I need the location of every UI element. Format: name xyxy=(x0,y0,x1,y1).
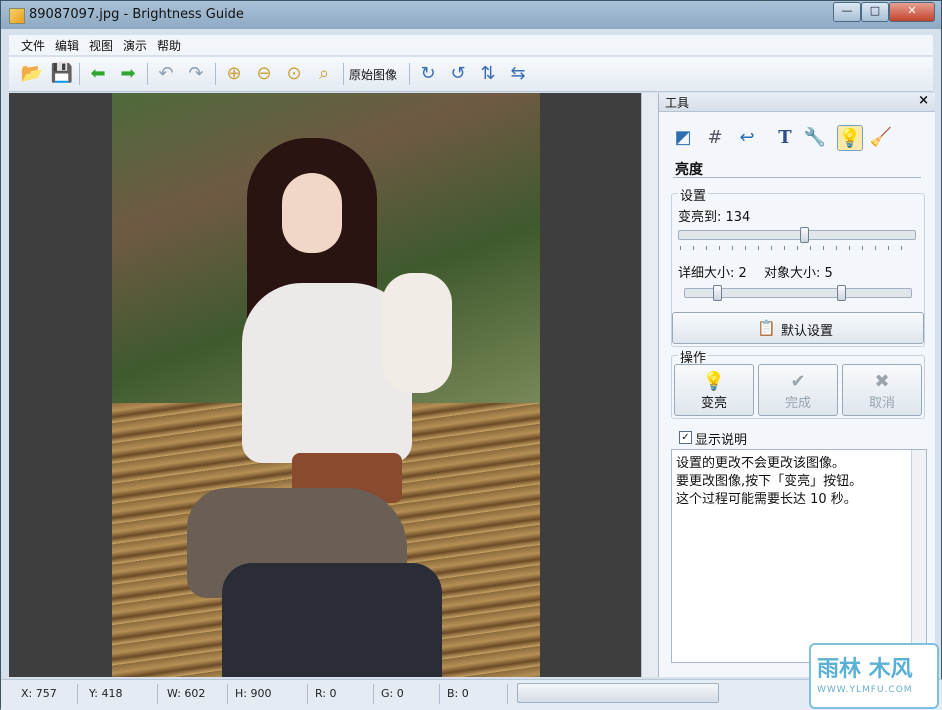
check-icon: ✔ xyxy=(790,371,806,392)
app-icon xyxy=(9,8,25,24)
note-line: 设置的更改不会更改该图像。 xyxy=(676,456,846,471)
size-range-slider[interactable] xyxy=(684,285,912,301)
object-size-label: 对象大小: 5 xyxy=(764,266,833,281)
brighten-button[interactable]: 💡 变亮 xyxy=(674,364,754,416)
open-folder-icon[interactable]: 📂 xyxy=(21,63,43,85)
brighten-button-label: 变亮 xyxy=(700,396,727,411)
cancel-button-label: 取消 xyxy=(868,396,895,411)
menu-help[interactable]: 帮助 xyxy=(157,37,181,54)
toolbar-separator xyxy=(343,63,344,85)
title-bar[interactable]: 89087097.jpg - Brightness Guide — □ ✕ xyxy=(1,1,941,29)
minimize-button[interactable]: — xyxy=(833,2,861,22)
status-x: X: 757 xyxy=(21,687,57,700)
zoom-scrollbar[interactable] xyxy=(517,683,719,703)
detail-size-label: 详细大小: 2 xyxy=(678,266,747,281)
brighten-slider-thumb[interactable] xyxy=(800,227,809,243)
menu-view[interactable]: 视图 xyxy=(89,37,113,54)
forward-arrow-icon[interactable]: ➡ xyxy=(117,63,139,85)
status-red: R: 0 xyxy=(315,687,337,700)
rotate-left-icon[interactable]: ↺ xyxy=(447,63,469,85)
toolbar-separator xyxy=(215,63,216,85)
watermark-url: WWW.YLMFU.COM xyxy=(817,685,913,695)
detail-size-thumb[interactable] xyxy=(713,285,722,301)
status-height: H: 900 xyxy=(235,687,272,700)
canvas-vertical-scrollbar[interactable] xyxy=(641,93,658,677)
tools-panel: 工具 × ◩ # ↩ T 🔧 💡 🧹 亮度 设置 变亮到: 134 详细大小: … xyxy=(658,93,935,677)
toolbar-separator xyxy=(147,63,148,85)
cancel-button[interactable]: ✖ 取消 xyxy=(842,364,922,416)
object-size-thumb[interactable] xyxy=(837,285,846,301)
status-blue: B: 0 xyxy=(447,687,469,700)
status-y: Y: 418 xyxy=(89,687,123,700)
section-divider xyxy=(673,177,921,178)
menu-bar: 文件 编辑 视图 演示 帮助 xyxy=(9,35,933,55)
default-settings-label: 默认设置 xyxy=(781,324,834,339)
rotate-right-icon[interactable]: ↻ xyxy=(417,63,439,85)
flip-horizontal-icon[interactable]: ⇆ xyxy=(507,63,529,85)
redo-icon[interactable]: ↷ xyxy=(185,63,207,85)
zoom-actual-icon[interactable]: ⌕ xyxy=(313,63,335,85)
maximize-button[interactable]: □ xyxy=(861,2,889,22)
original-image-button[interactable]: 原始图像 xyxy=(349,66,397,83)
brighten-slider-ticks xyxy=(680,246,914,250)
settings-legend: 设置 xyxy=(678,185,709,204)
note-line: 这个过程可能需要长达 10 秒。 xyxy=(676,492,857,507)
brighten-label: 变亮到: 134 xyxy=(678,210,751,225)
section-title: 亮度 xyxy=(675,162,703,178)
app-window: 89087097.jpg - Brightness Guide — □ ✕ 文件… xyxy=(0,0,942,710)
toolbar-separator xyxy=(79,63,80,85)
settings-group: 设置 变亮到: 134 详细大小: 2 对象大小: 5 📋 默认设置 xyxy=(671,185,925,347)
image-canvas[interactable] xyxy=(9,93,641,677)
zoom-in-icon[interactable]: ⊕ xyxy=(223,63,245,85)
menu-file[interactable]: 文件 xyxy=(21,37,45,54)
panel-header: 工具 × xyxy=(659,93,935,112)
watermark-logo: 雨林 木风 WWW.YLMFU.COM xyxy=(809,643,939,709)
zoom-out-icon[interactable]: ⊖ xyxy=(253,63,275,85)
checklist-icon: 📋 xyxy=(757,319,776,337)
window-title: 89087097.jpg - Brightness Guide xyxy=(29,7,244,22)
panel-close-icon[interactable]: × xyxy=(918,93,929,108)
wrench-icon[interactable]: 🔧 xyxy=(803,125,827,149)
bulb-icon: 💡 xyxy=(702,371,726,392)
photo-image xyxy=(112,93,540,677)
crop-icon[interactable]: # xyxy=(703,125,727,149)
undo-tool-icon[interactable]: ↩ xyxy=(735,125,759,149)
show-notes-checkbox[interactable]: ✓ xyxy=(679,431,692,444)
operations-group: 操作 💡 变亮 ✔ 完成 ✖ 取消 xyxy=(671,347,925,419)
close-button[interactable]: ✕ xyxy=(889,2,935,22)
status-width: W: 602 xyxy=(167,687,206,700)
note-line: 要更改图像,按下「变亮」按钮。 xyxy=(676,474,863,489)
panel-tab-tools[interactable]: 工具 xyxy=(665,94,689,111)
save-icon[interactable]: 💾 xyxy=(51,63,73,85)
brighten-slider[interactable] xyxy=(678,227,916,243)
notes-scrollbar[interactable] xyxy=(911,450,926,662)
x-icon: ✖ xyxy=(874,371,890,392)
status-green: G: 0 xyxy=(381,687,404,700)
show-notes-label: 显示说明 xyxy=(695,433,748,448)
back-arrow-icon[interactable]: ⬅ xyxy=(87,63,109,85)
undo-icon[interactable]: ↶ xyxy=(155,63,177,85)
notes-box: 设置的更改不会更改该图像。 要更改图像,按下「变亮」按钮。 这个过程可能需要长达… xyxy=(671,449,927,663)
menu-edit[interactable]: 编辑 xyxy=(55,37,79,54)
flip-vertical-icon[interactable]: ⇅ xyxy=(477,63,499,85)
done-button-label: 完成 xyxy=(784,396,811,411)
watermark-brand: 雨林 木风 xyxy=(817,657,913,682)
resize-icon[interactable]: ◩ xyxy=(671,125,695,149)
zoom-fit-icon[interactable]: ⊙ xyxy=(283,63,305,85)
brightness-tool-icon[interactable]: 💡 xyxy=(837,125,863,151)
status-bar: X: 757 Y: 418 W: 602 H: 900 R: 0 G: 0 B:… xyxy=(1,679,942,710)
done-button[interactable]: ✔ 完成 xyxy=(758,364,838,416)
broom-icon[interactable]: 🧹 xyxy=(869,125,893,149)
menu-demo[interactable]: 演示 xyxy=(123,37,147,54)
toolbar-separator xyxy=(409,63,410,85)
default-settings-button[interactable]: 📋 默认设置 xyxy=(672,312,924,344)
toolbar: 📂 💾 ⬅ ➡ ↶ ↷ ⊕ ⊖ ⊙ ⌕ 原始图像 ↻ ↺ ⇅ ⇆ xyxy=(9,57,933,92)
text-tool-icon[interactable]: T xyxy=(773,125,797,149)
